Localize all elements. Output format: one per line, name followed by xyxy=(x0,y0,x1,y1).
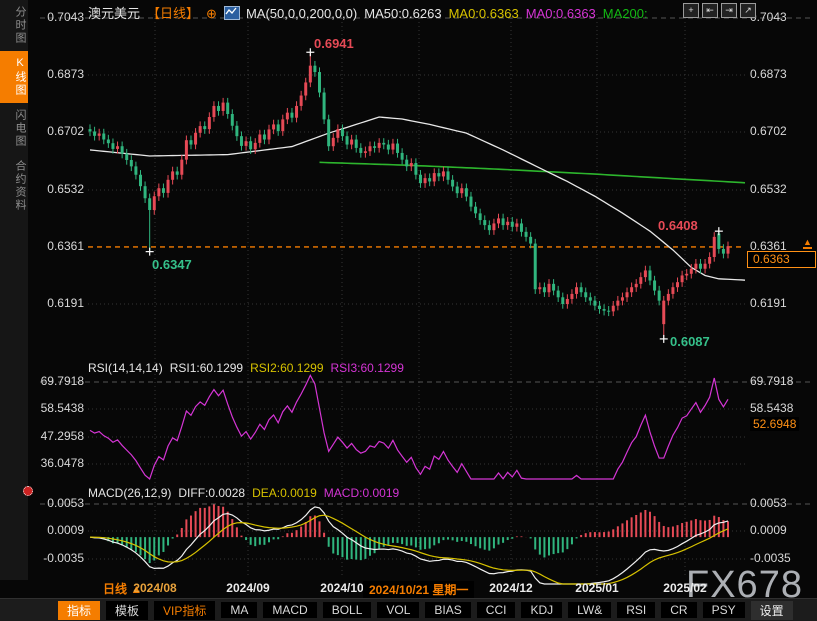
toolbar-button-cci[interactable]: CCI xyxy=(477,602,516,618)
macd-axis-label: 0.0009 xyxy=(36,523,84,537)
rsi-axis-label: 47.2958 xyxy=(36,429,84,443)
instrument-name: 澳元美元 xyxy=(88,6,140,21)
date-tick: 2024/08 xyxy=(133,581,176,595)
price-axis-label: 0.6873 xyxy=(36,67,84,81)
add-indicator-icon[interactable]: ⊕ xyxy=(206,6,217,21)
macd-axis-label: 0.0009 xyxy=(750,523,787,537)
macd-value: MACD:0.0019 xyxy=(324,486,399,500)
macd-settings-icon[interactable] xyxy=(23,486,33,496)
period-label: 日线 xyxy=(103,582,127,596)
toolbar-button-kdj[interactable]: KDJ xyxy=(521,602,562,618)
high-annotation: 0.6941 xyxy=(314,36,354,51)
toolbar-button-lwr[interactable]: LW& xyxy=(568,602,611,618)
rsi-current-badge: 52.6948 xyxy=(750,417,799,431)
compress-x-icon[interactable]: ⇤ xyxy=(702,3,718,18)
current-price-box: 0.6363 xyxy=(747,251,816,268)
rsi2-value: RSI2:60.1299 xyxy=(250,361,323,375)
period-tag[interactable]: 【日线】 xyxy=(147,6,199,21)
toolbar-button-settings[interactable]: 设置 xyxy=(751,601,793,620)
indicator-toolbar: 指标 模板 VIP指标 MA MACD BOLL VOL BIAS CCI KD… xyxy=(0,598,817,621)
toolbar-button-boll[interactable]: BOLL xyxy=(323,602,372,618)
ma-formula: MA(50,0,0,200,0,0) xyxy=(246,6,357,21)
macd-axis-label: 0.0053 xyxy=(750,496,787,510)
date-tick: 2025/02 xyxy=(663,581,706,595)
rsi-formula: RSI(14,14,14) xyxy=(88,361,163,375)
low-annotation: 0.6087 xyxy=(670,334,710,349)
price-axis-label: 0.6361 xyxy=(36,239,84,253)
toolbar-button-indicator[interactable]: 指标 xyxy=(58,601,100,620)
sidebar-tab-contract-info[interactable]: 合约资料 xyxy=(0,154,28,218)
rsi-axis-label: 58.5438 xyxy=(36,401,84,415)
popout-icon[interactable]: ↗ xyxy=(740,3,756,18)
rsi-header: RSI(14,14,14) RSI1:60.1299 RSI2:60.1299 RSI… xyxy=(88,361,411,375)
low-annotation: 0.6347 xyxy=(152,257,192,272)
macd-formula: MACD(26,12,9) xyxy=(88,486,171,500)
diff-value: DIFF:0.0028 xyxy=(178,486,245,500)
date-tick: 2025/01 xyxy=(575,581,618,595)
chart-thumbnail-icon xyxy=(224,6,240,20)
chart-canvas[interactable] xyxy=(0,0,817,598)
toolbar-button-cr[interactable]: CR xyxy=(661,602,696,618)
sidebar-tab-kline[interactable]: K线图 xyxy=(0,51,28,103)
rsi1-value: RSI1:60.1299 xyxy=(170,361,243,375)
price-axis-label: 0.6532 xyxy=(36,182,84,196)
rsi3-value: RSI3:60.1299 xyxy=(331,361,404,375)
toolbar-button-template[interactable]: 模板 xyxy=(106,601,148,620)
macd-axis-label: -0.0035 xyxy=(36,551,84,565)
toolbar-button-ma[interactable]: MA xyxy=(221,602,257,618)
price-axis-label: 0.6191 xyxy=(36,296,84,310)
sidebar-tab-flash[interactable]: 闪电图 xyxy=(0,103,28,154)
chart-header: 澳元美元【日线】 ⊕ MA(50,0,0,200,0,0) MA50:0.6263 MA… xyxy=(88,3,655,22)
alert-flag-icon[interactable]: ▲ xyxy=(803,238,812,249)
price-axis-label: 0.7043 xyxy=(36,10,84,24)
ma200-label: MA200: xyxy=(603,6,648,21)
price-axis-label: 0.6702 xyxy=(36,124,84,138)
toolbar-button-bias[interactable]: BIAS xyxy=(425,602,470,618)
layout-grid-icon[interactable]: + xyxy=(683,3,699,18)
toolbar-button-macd[interactable]: MACD xyxy=(263,602,316,618)
rsi-axis-label: 69.7918 xyxy=(36,374,84,388)
sidebar-tab-timeline[interactable]: 分时图 xyxy=(0,0,28,51)
toolbar-button-rsi[interactable]: RSI xyxy=(617,602,655,618)
macd-header: MACD(26,12,9) DIFF:0.0028 DEA:0.0019 MACD:0… xyxy=(88,486,406,500)
price-axis-label: 0.6873 xyxy=(750,67,787,81)
dea-value: DEA:0.0019 xyxy=(252,486,317,500)
ma50-value: MA50:0.6263 xyxy=(364,6,441,21)
price-axis-label: 0.6702 xyxy=(750,124,787,138)
date-tick: 2024/09 xyxy=(226,581,269,595)
date-tick: 2024/12 xyxy=(489,581,532,595)
high-annotation: 0.6408 xyxy=(658,218,698,233)
rsi-axis-label: 69.7918 xyxy=(750,374,793,388)
date-tick-highlighted: 2024/10/21 星期一 xyxy=(363,581,474,598)
window-controls: + ⇤ ⇥ ↗ xyxy=(683,3,756,18)
toolbar-button-vol[interactable]: VOL xyxy=(377,602,419,618)
app-window: FX678 分时图 K线图 闪电图 合约资料 澳元美元【日线】⊕MA(50,0,… xyxy=(0,0,817,621)
price-axis-label: 0.6191 xyxy=(750,296,787,310)
date-tick: 2024/10 xyxy=(320,581,363,595)
ma0-yellow-value: MA0:0.6363 xyxy=(449,6,519,21)
toolbar-button-vip[interactable]: VIP指标 xyxy=(154,601,215,620)
ma0-magenta-value: MA0:0.6363 xyxy=(526,6,596,21)
toolbar-button-psy[interactable]: PSY xyxy=(703,602,745,618)
macd-axis-label: -0.0035 xyxy=(750,551,791,565)
price-axis-label: 0.6532 xyxy=(750,182,787,196)
expand-x-icon[interactable]: ⇥ xyxy=(721,3,737,18)
rsi-axis-label: 36.0478 xyxy=(36,456,84,470)
rsi-axis-label: 58.5438 xyxy=(750,401,793,415)
macd-axis-label: 0.0053 xyxy=(36,496,84,510)
